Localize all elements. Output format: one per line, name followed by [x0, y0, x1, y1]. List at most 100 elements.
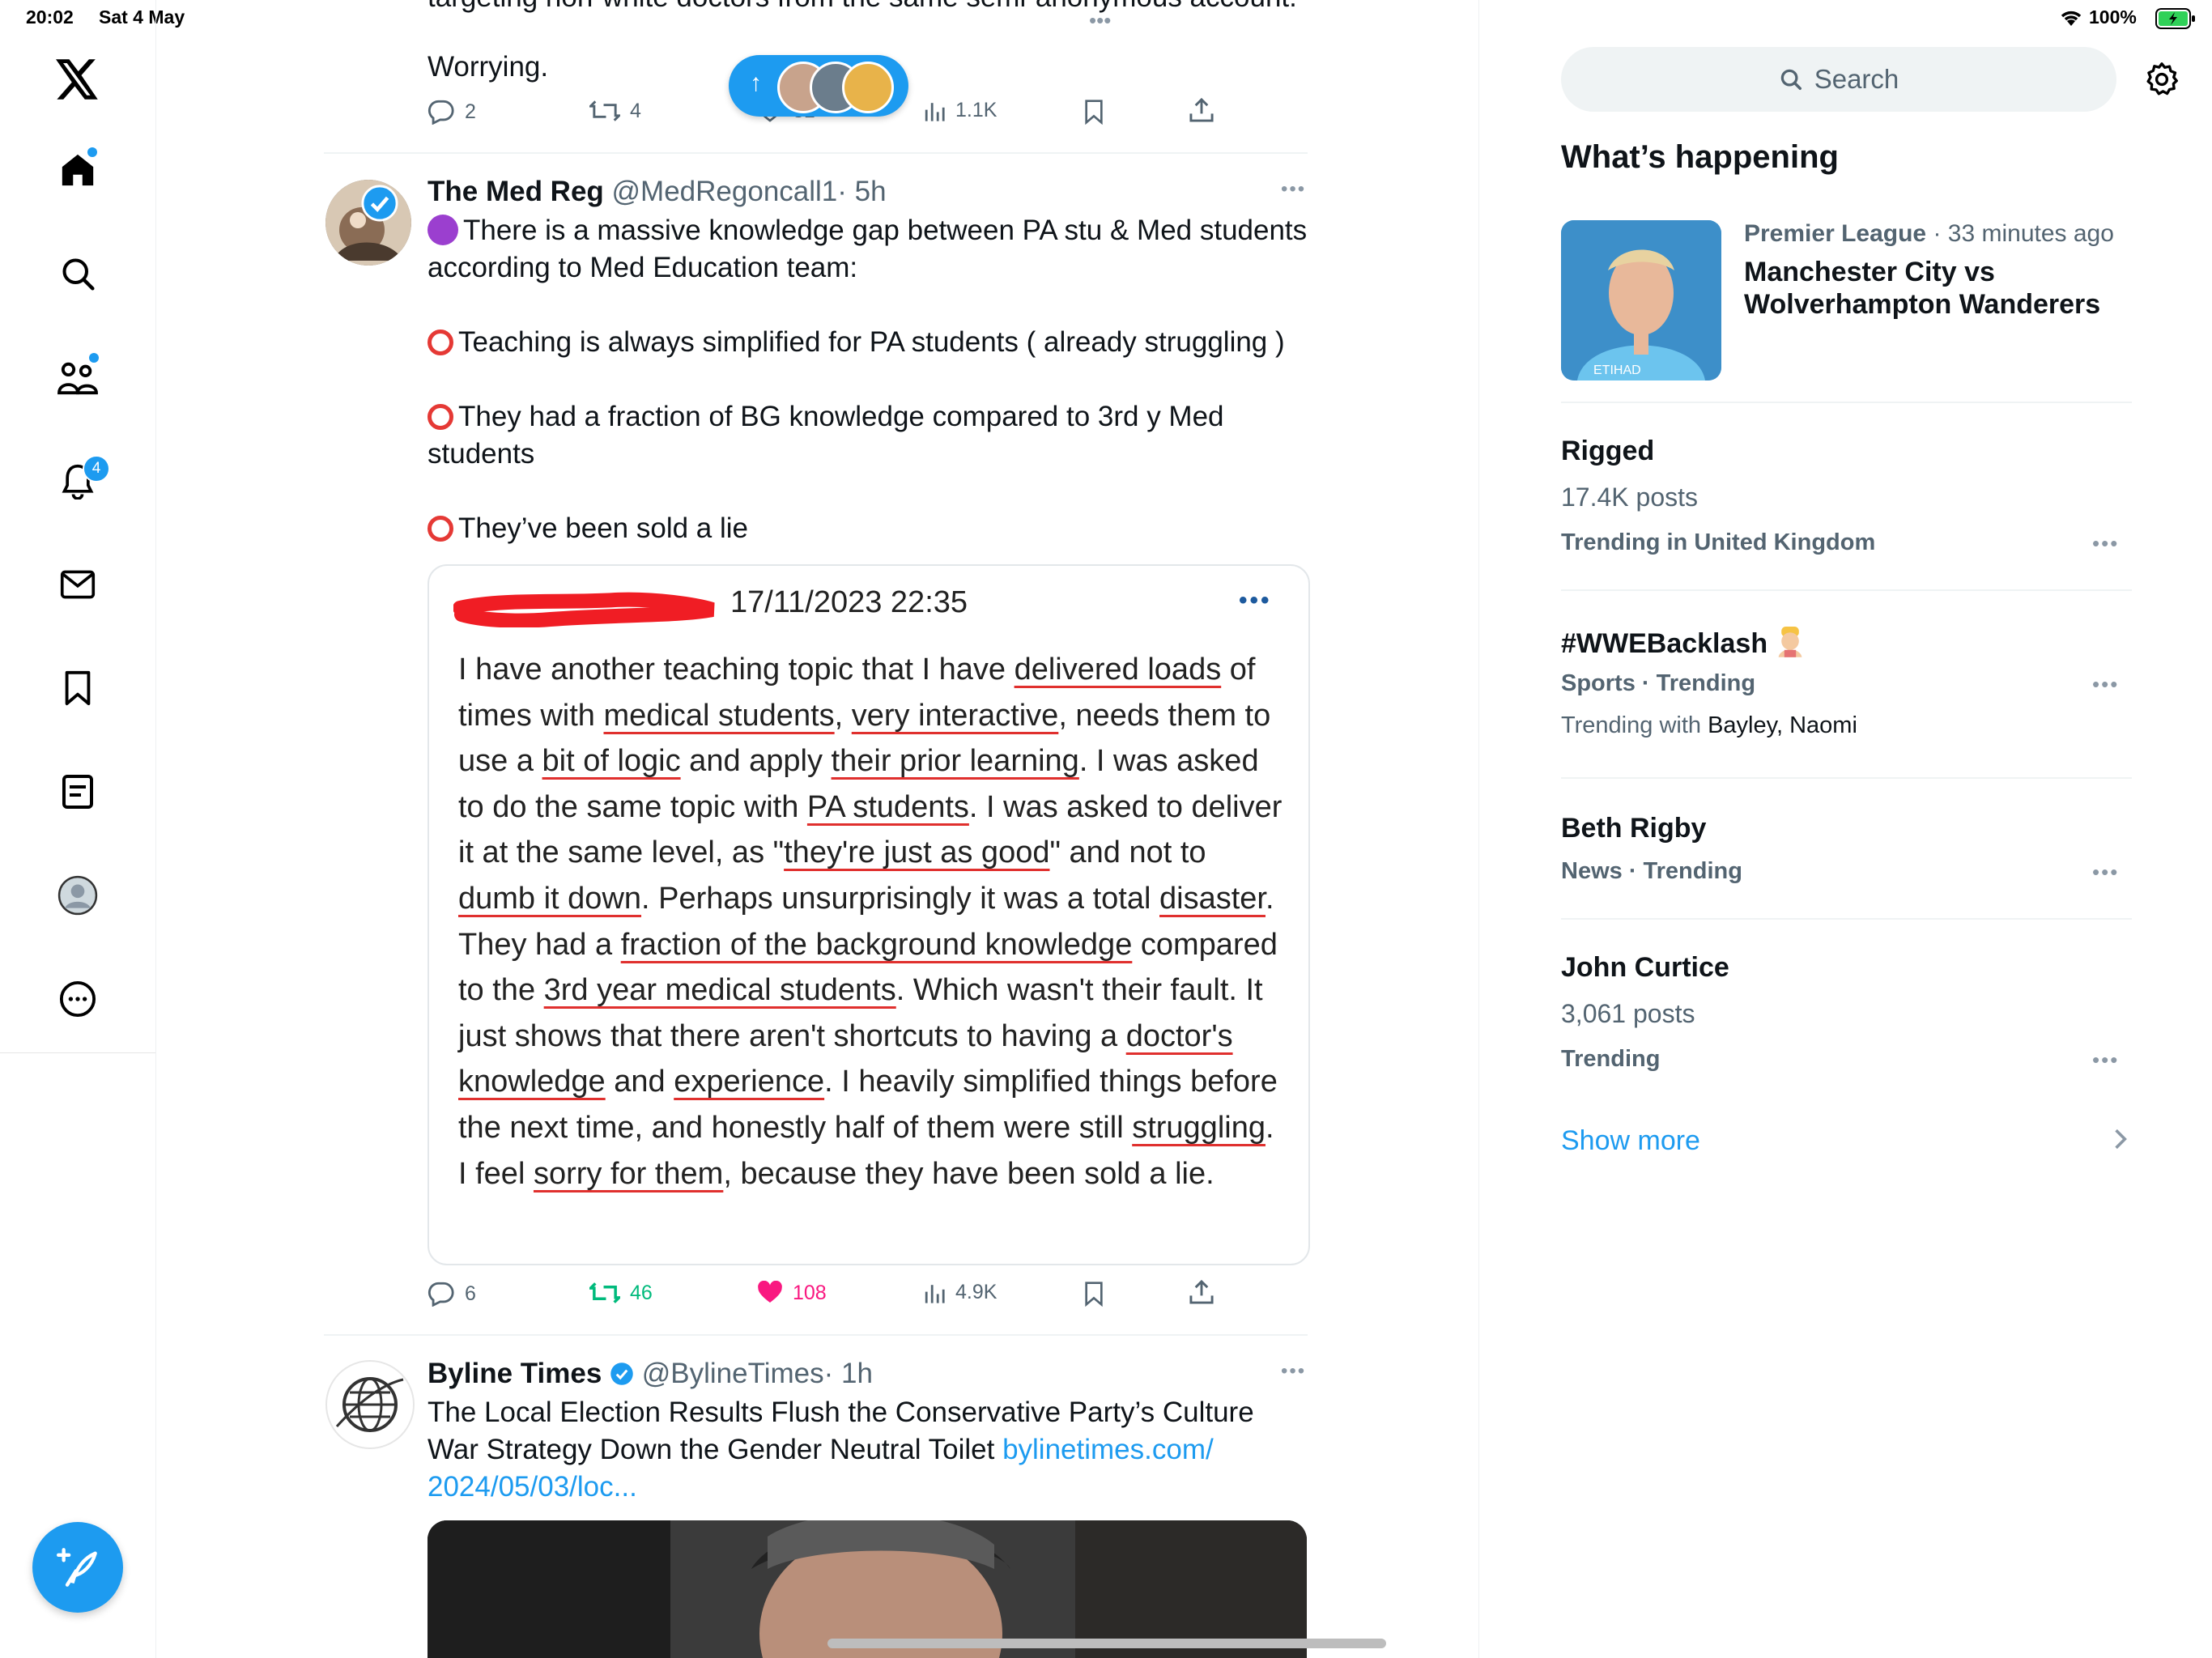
previous-tweet-more-icon[interactable]: ••• — [1089, 8, 1111, 33]
featured-trend-category: Premier League — [1744, 220, 1927, 247]
author-handle[interactable]: @BylineTimes — [642, 1358, 824, 1389]
arrow-up-icon: ↑ — [750, 70, 762, 96]
quote-datetime: 17/11/2023 22:35 — [730, 585, 968, 619]
bookmark-button[interactable] — [1083, 99, 1104, 125]
trend-meta: Sports · Trending — [1561, 670, 1756, 696]
trend-title-beth-rigby[interactable]: Beth Rigby — [1561, 813, 1706, 844]
trend-posts: 17.4K posts — [1561, 483, 1698, 512]
featured-trend-meta: Premier League · 33 minutes ago — [1744, 220, 2114, 248]
trend-title-rigged[interactable]: Rigged — [1561, 436, 1654, 467]
previous-tweet-text: Worrying. — [428, 51, 549, 83]
tweet-line-1: There is a massive knowledge gap between… — [428, 215, 1308, 283]
notifications-badge: 4 — [83, 455, 110, 483]
red-circle-emoji-icon — [428, 516, 453, 542]
notifications-bell-icon[interactable]: 4 — [49, 452, 110, 510]
home-icon[interactable] — [49, 141, 107, 199]
views-button[interactable]: 1.1K — [923, 99, 997, 122]
lists-icon[interactable] — [49, 763, 107, 821]
reply-icon — [428, 100, 454, 125]
author-name[interactable]: The Med Reg — [428, 176, 604, 207]
compose-post-button[interactable] — [32, 1522, 123, 1613]
tweet-body: There is a massive knowledge gap between… — [428, 212, 1310, 547]
new-posts-pill[interactable]: ↑ — [729, 55, 908, 117]
author-name[interactable]: Byline Times — [428, 1358, 602, 1389]
trend-meta: Trending — [1561, 1046, 1661, 1072]
x-logo-icon[interactable] — [49, 50, 107, 108]
chevron-right-icon — [2113, 1127, 2128, 1155]
trend-more-icon[interactable]: ••• — [2092, 1048, 2119, 1073]
communities-icon[interactable] — [49, 348, 107, 406]
reply-icon — [428, 1282, 454, 1307]
red-circle-emoji-icon — [428, 329, 453, 355]
search-icon[interactable] — [49, 244, 107, 303]
share-icon — [1189, 1279, 1214, 1304]
trend-more-icon[interactable]: ••• — [2092, 860, 2119, 885]
more-options-icon[interactable] — [49, 970, 107, 1028]
reply-count: 2 — [465, 100, 476, 123]
verified-badge-icon — [610, 1363, 633, 1385]
svg-text:ETIHAD: ETIHAD — [1593, 363, 1641, 377]
home-notification-dot — [87, 147, 97, 157]
search-placeholder: Search — [1814, 64, 1899, 94]
redacted-name-scribble — [453, 592, 721, 628]
views-button[interactable]: 4.9K — [923, 1281, 997, 1304]
trend-posts: 3,061 posts — [1561, 999, 1695, 1028]
article-link-continued[interactable]: 2024/05/03/loc... — [428, 1471, 637, 1503]
share-icon — [1189, 97, 1214, 122]
trend-meta: Trending in United Kingdom — [1561, 529, 1876, 555]
tweet-body: The Local Election Results Flush the Con… — [428, 1397, 1254, 1503]
like-count: 108 — [793, 1281, 827, 1304]
trend-more-icon[interactable]: ••• — [2092, 672, 2119, 697]
views-count: 1.1K — [955, 99, 998, 121]
bookmarks-icon[interactable] — [49, 659, 107, 717]
trend-meta: News · Trending — [1561, 858, 1742, 884]
featured-trend-image[interactable]: ETIHAD — [1561, 220, 1721, 380]
tweet-more-icon[interactable]: ••• — [1281, 178, 1306, 201]
reply-button[interactable]: 2 — [428, 99, 476, 125]
trend-title-wwebacklash[interactable]: #WWEBacklash — [1561, 625, 1805, 660]
tweet-more-icon[interactable]: ••• — [1281, 1360, 1306, 1383]
tweet-time[interactable]: · 5h — [837, 176, 886, 207]
retweet-icon — [589, 100, 620, 121]
like-button[interactable]: 108 — [757, 1281, 827, 1305]
retweet-button[interactable]: 4 — [589, 99, 641, 123]
views-icon — [925, 1284, 945, 1303]
retweet-button[interactable]: 46 — [589, 1281, 653, 1305]
bookmark-icon — [1085, 1282, 1103, 1307]
share-button[interactable] — [1189, 1279, 1214, 1305]
quoted-image-card[interactable]: 17/11/2023 22:35 ••• I have another teac… — [428, 564, 1310, 1265]
reply-button[interactable]: 6 — [428, 1281, 476, 1307]
wrestler-emoji-icon — [1778, 627, 1802, 657]
article-link[interactable]: bylinetimes.com/ — [1002, 1434, 1214, 1465]
trend-trending-with: Trending with Bayley, Naomi — [1561, 712, 1857, 738]
tweet-line-2: Teaching is always simplified for PA stu… — [428, 324, 1310, 361]
search-input[interactable]: Search — [1561, 47, 2116, 112]
heart-filled-icon — [758, 1281, 782, 1303]
profile-avatar-icon[interactable] — [49, 866, 107, 925]
battery-percent: 100% — [2089, 6, 2137, 28]
tweet-time[interactable]: · 1h — [824, 1358, 873, 1389]
reply-count: 6 — [465, 1282, 476, 1305]
retweet-icon — [589, 1282, 620, 1303]
previous-tweet-cut-text: targeting non-white doctors from the sam… — [428, 0, 1307, 16]
article-preview-image[interactable] — [428, 1520, 1307, 1658]
communities-notification-dot — [89, 353, 99, 363]
settings-gear-icon[interactable] — [2144, 62, 2180, 101]
views-icon — [925, 102, 945, 121]
home-indicator[interactable] — [827, 1639, 1386, 1648]
messages-envelope-icon[interactable] — [49, 555, 107, 614]
trend-title-john-curtice[interactable]: John Curtice — [1561, 952, 1729, 984]
whats-happening-heading: What’s happening — [1561, 139, 1839, 175]
share-button[interactable] — [1189, 97, 1214, 123]
bookmark-button[interactable] — [1083, 1281, 1104, 1307]
author-avatar[interactable] — [325, 1360, 415, 1449]
verified-badge-icon — [361, 185, 398, 226]
quote-body: I have another teaching topic that I hav… — [458, 653, 1283, 1191]
featured-trend-title[interactable]: Manchester City vs Wolverhampton Wandere… — [1744, 256, 2125, 321]
wifi-icon — [2058, 8, 2084, 32]
trend-more-icon[interactable]: ••• — [2092, 531, 2119, 556]
show-more-link[interactable]: Show more — [1561, 1125, 1700, 1157]
author-handle[interactable]: @MedRegoncall1 — [612, 176, 838, 207]
views-count: 4.9K — [955, 1281, 998, 1303]
retweet-count: 46 — [630, 1281, 653, 1304]
